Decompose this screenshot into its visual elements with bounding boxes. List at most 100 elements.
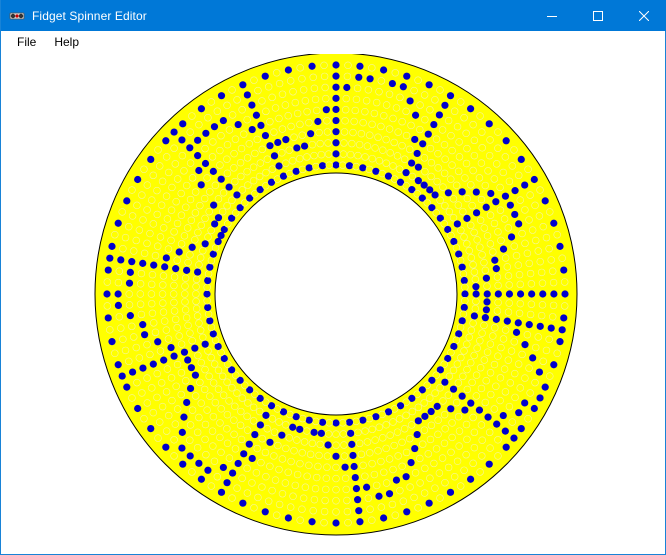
- spinner-dot[interactable]: [452, 244, 461, 252]
- spinner-dot[interactable]: [486, 340, 495, 348]
- spinner-dot-selected[interactable]: [201, 240, 209, 248]
- spinner-dot[interactable]: [301, 97, 310, 105]
- spinner-dot[interactable]: [255, 172, 264, 181]
- spinner-dot-selected[interactable]: [501, 192, 510, 200]
- spinner-dot[interactable]: [203, 297, 211, 305]
- spinner-dot[interactable]: [432, 135, 441, 143]
- spinner-dot[interactable]: [400, 425, 409, 433]
- spinner-dot[interactable]: [149, 408, 157, 417]
- spinner-dot[interactable]: [286, 410, 294, 419]
- spinner-dot[interactable]: [426, 106, 434, 114]
- spinner-dot-selected[interactable]: [516, 290, 525, 298]
- spinner-dot-selected[interactable]: [310, 428, 318, 436]
- spinner-dot-selected[interactable]: [487, 189, 495, 198]
- spinner-dot[interactable]: [138, 389, 146, 397]
- spinner-dot[interactable]: [525, 216, 533, 224]
- spinner-dot[interactable]: [419, 440, 427, 448]
- spinner-dot-selected[interactable]: [482, 274, 490, 282]
- spinner-dot[interactable]: [188, 112, 196, 120]
- spinner-dot[interactable]: [558, 254, 566, 262]
- spinner-dot-selected[interactable]: [493, 420, 501, 428]
- spinner-dot[interactable]: [103, 278, 112, 286]
- spinner-dot[interactable]: [507, 347, 516, 355]
- spinner-dot[interactable]: [287, 503, 295, 511]
- spinner-dot[interactable]: [243, 115, 251, 124]
- spinner-dot[interactable]: [485, 151, 494, 160]
- spinner-dot[interactable]: [378, 169, 386, 178]
- spinner-dot[interactable]: [111, 349, 119, 357]
- spinner-dot[interactable]: [504, 272, 513, 280]
- spinner-dot[interactable]: [177, 211, 186, 219]
- spinner-dot-selected[interactable]: [411, 111, 420, 119]
- spinner-dot[interactable]: [480, 356, 488, 364]
- spinner-dot[interactable]: [537, 311, 546, 320]
- spinner-dot[interactable]: [390, 175, 399, 183]
- spinner-dot[interactable]: [390, 405, 399, 413]
- spinner-dot[interactable]: [303, 427, 311, 435]
- spinner-dot[interactable]: [214, 366, 223, 375]
- spinner-dot[interactable]: [206, 392, 214, 400]
- spinner-dot[interactable]: [258, 483, 266, 491]
- spinner-dot[interactable]: [193, 443, 202, 452]
- spinner-dot-selected[interactable]: [426, 186, 434, 194]
- spinner-dot[interactable]: [291, 98, 300, 107]
- spinner-dot[interactable]: [238, 474, 246, 482]
- spinner-dot[interactable]: [426, 394, 434, 402]
- spinner-dot[interactable]: [223, 202, 231, 210]
- spinner-dot-selected[interactable]: [293, 144, 301, 152]
- spinner-dot[interactable]: [170, 436, 178, 444]
- spinner-dot[interactable]: [211, 181, 220, 190]
- spinner-dot[interactable]: [434, 430, 442, 439]
- spinner-dot[interactable]: [377, 457, 385, 466]
- spinner-dot[interactable]: [186, 329, 194, 337]
- spinner-dot[interactable]: [125, 290, 133, 298]
- spinner-dot[interactable]: [332, 463, 340, 472]
- spinner-dot[interactable]: [208, 153, 217, 161]
- spinner-dot[interactable]: [363, 438, 372, 446]
- spinner-dot[interactable]: [394, 452, 402, 460]
- spinner-dot-selected[interactable]: [139, 364, 147, 372]
- spinner-dot[interactable]: [426, 435, 435, 444]
- spinner-dot-selected[interactable]: [332, 116, 340, 125]
- spinner-dot[interactable]: [208, 427, 217, 435]
- spinner-dot[interactable]: [460, 233, 468, 241]
- spinner-dot[interactable]: [228, 494, 236, 502]
- spinner-dot[interactable]: [486, 369, 495, 377]
- spinner-dot-selected[interactable]: [492, 265, 500, 273]
- spinner-dot[interactable]: [310, 84, 319, 93]
- spinner-dot[interactable]: [194, 228, 202, 237]
- spinner-dot-selected[interactable]: [172, 265, 180, 273]
- spinner-dot[interactable]: [421, 464, 429, 473]
- spinner-dot[interactable]: [177, 340, 186, 348]
- spinner-dot[interactable]: [258, 145, 266, 154]
- spinner-dot[interactable]: [526, 310, 535, 319]
- spinner-dot-selected[interactable]: [128, 368, 137, 376]
- spinner-dot-selected[interactable]: [332, 519, 340, 527]
- spinner-dot[interactable]: [151, 328, 160, 337]
- spinner-dot-selected[interactable]: [446, 488, 455, 496]
- spinner-dot-selected[interactable]: [372, 413, 380, 421]
- spinner-dot[interactable]: [231, 135, 240, 143]
- spinner-dot[interactable]: [430, 459, 438, 468]
- spinner-dot[interactable]: [196, 326, 205, 334]
- spinner-dot-selected[interactable]: [211, 220, 219, 228]
- spinner-dot-selected[interactable]: [201, 159, 210, 168]
- spinner-dot-selected[interactable]: [482, 306, 490, 314]
- spinner-dot[interactable]: [156, 162, 164, 170]
- spinner-dot[interactable]: [447, 348, 455, 357]
- spinner-dot-selected[interactable]: [162, 443, 170, 451]
- spinner-dot-selected[interactable]: [458, 317, 466, 325]
- spinner-dot[interactable]: [128, 322, 136, 331]
- spinner-dot[interactable]: [273, 511, 281, 519]
- spinner-dot[interactable]: [167, 236, 175, 245]
- minimize-button[interactable]: [529, 0, 575, 31]
- spinner-dot-selected[interactable]: [349, 451, 357, 460]
- spinner-dot[interactable]: [332, 441, 340, 449]
- spinner-dot[interactable]: [156, 233, 165, 241]
- spinner-dot[interactable]: [546, 372, 554, 380]
- spinner-dot[interactable]: [278, 490, 287, 498]
- spinner-dot-selected[interactable]: [284, 514, 292, 522]
- spinner-dot[interactable]: [478, 251, 486, 259]
- spinner-dot-selected[interactable]: [388, 79, 396, 88]
- spinner-dot[interactable]: [393, 152, 402, 160]
